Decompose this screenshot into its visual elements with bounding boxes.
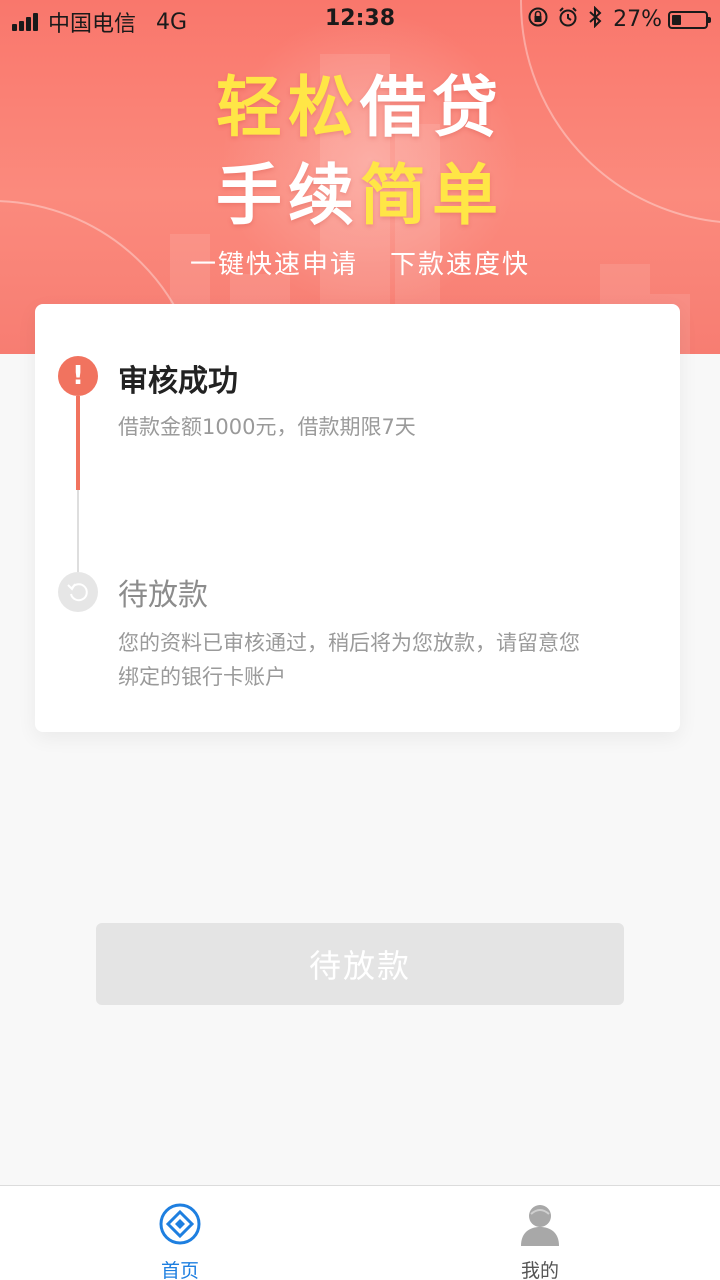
loan-progress-card: ! 审核成功 借款金额1000元，借款期限7天 待放款 您的资料已审核通过，稍后… — [35, 304, 680, 732]
status-bar: 中国电信 4G 12:38 27% — [0, 0, 720, 40]
banner-slogan-text: 借贷 — [360, 69, 504, 146]
banner-subslogan: 一键快速申请 下款速度快 — [0, 244, 720, 281]
progress-line-pending — [77, 490, 79, 572]
step-desc-approved: 借款金额1000元，借款期限7天 — [118, 415, 416, 439]
user-icon — [518, 1202, 562, 1246]
step-desc-pending: 您的资料已审核通过，稍后将为您放款，请留意您绑定的银行卡账户 — [118, 631, 580, 689]
tab-mine[interactable]: 我的 — [360, 1186, 720, 1280]
promo-banner: 轻松借贷 手续简单 一键快速申请 下款速度快 — [0, 0, 720, 354]
banner-slogan-highlight: 简单 — [360, 157, 504, 234]
alarm-icon — [557, 6, 579, 33]
battery-icon — [668, 10, 711, 29]
step-title-approved: 审核成功 — [118, 364, 238, 399]
home-diamond-icon — [158, 1202, 202, 1246]
bluetooth-icon — [587, 5, 603, 33]
progress-line-active — [76, 396, 80, 490]
step-title-pending: 待放款 — [118, 578, 208, 613]
orientation-lock-icon — [527, 6, 549, 33]
battery-percent: 27% — [613, 7, 662, 32]
banner-slogan-line1: 轻松借贷 — [0, 54, 720, 150]
banner-slogan-line2: 手续简单 — [0, 142, 720, 238]
banner-slogan-highlight: 轻松 — [216, 69, 360, 146]
banner-feature-speed: 下款速度快 — [390, 250, 531, 280]
banner-feature-apply: 一键快速申请 — [189, 250, 358, 280]
bottom-tab-bar: 首页 我的 — [0, 1185, 720, 1280]
battery-fill — [672, 14, 681, 25]
loan-status-screen: 轻松借贷 手续简单 一键快速申请 下款速度快 中国电信 4G 12:38 27%… — [0, 0, 720, 1280]
tab-mine-label: 我的 — [520, 1260, 559, 1280]
tab-home[interactable]: 首页 — [0, 1186, 360, 1280]
banner-slogan-text: 手续 — [216, 157, 360, 234]
refresh-icon — [58, 572, 98, 612]
status-bar-right: 27% — [519, 5, 711, 33]
exclamation-icon: ! — [58, 356, 98, 396]
awaiting-disbursement-button[interactable]: 待放款 — [96, 923, 624, 1005]
tab-home-label: 首页 — [160, 1260, 199, 1280]
